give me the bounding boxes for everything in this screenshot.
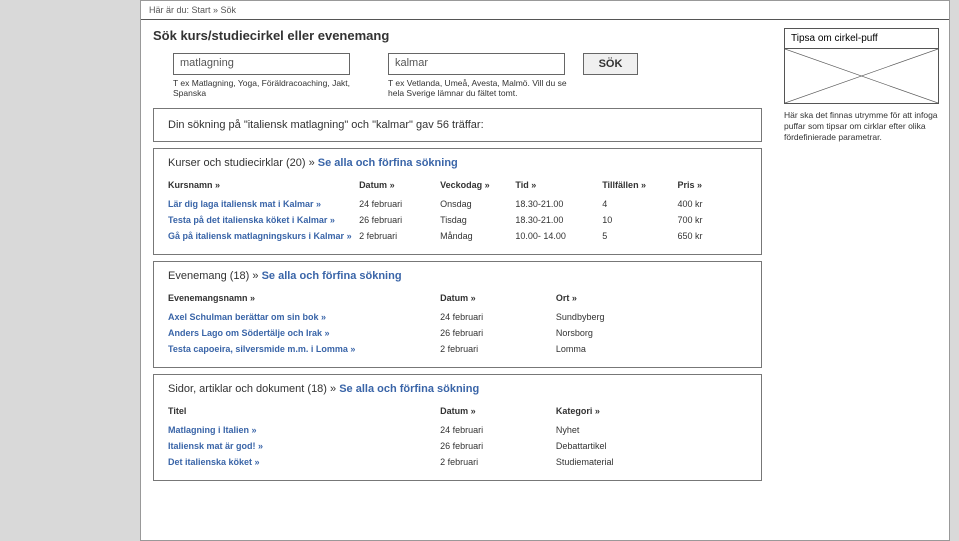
events-heading-prefix: Evenemang (18) »	[168, 270, 259, 282]
table-header-row: Titel Datum » Kategori »	[168, 403, 747, 422]
cell: Nyhet	[556, 422, 747, 438]
col-place[interactable]: Ort »	[556, 290, 747, 309]
search-col-query: matlagning T ex Matlagning, Yoga, Föräld…	[153, 53, 368, 108]
cell: 400 kr	[677, 196, 747, 212]
search-button[interactable]: SÖK	[583, 53, 638, 75]
search-row: matlagning T ex Matlagning, Yoga, Föräld…	[153, 53, 774, 108]
cell: Onsdag	[440, 196, 515, 212]
col-date[interactable]: Datum »	[440, 290, 556, 309]
cell: 4	[602, 196, 677, 212]
cell: 5	[602, 228, 677, 244]
courses-table: Kursnamn » Datum » Veckodag » Tid » Till…	[168, 177, 747, 244]
main-column: Sök kurs/studiecirkel eller evenemang ma…	[141, 20, 774, 487]
courses-heading-link[interactable]: Se alla och förfina sökning	[318, 157, 458, 169]
docs-table: Titel Datum » Kategori » Matlagning i It…	[168, 403, 747, 470]
doc-title-link[interactable]: Det italienska köket »	[168, 454, 440, 470]
table-row: Testa på det italienska köket i Kalmar »…	[168, 212, 747, 228]
promo-title: Tipsa om cirkel-puff	[785, 29, 938, 48]
col-name[interactable]: Evenemangsnamn »	[168, 290, 440, 309]
cell: Studiematerial	[556, 454, 747, 470]
table-header-row: Kursnamn » Datum » Veckodag » Tid » Till…	[168, 177, 747, 196]
table-row: Italiensk mat är god! » 26 februari Deba…	[168, 438, 747, 454]
cell: 2 februari	[440, 454, 556, 470]
courses-heading-prefix: Kurser och studiecirklar (20) »	[168, 157, 315, 169]
cell: 24 februari	[440, 422, 556, 438]
events-heading-link[interactable]: Se alla och förfina sökning	[262, 270, 402, 282]
cell: Lomma	[556, 341, 747, 357]
table-row: Det italienska köket » 2 februari Studie…	[168, 454, 747, 470]
sidebar: Tipsa om cirkel-puff Här ska det finnas …	[774, 20, 949, 487]
cell: 24 februari	[359, 196, 440, 212]
cell: Debattartikel	[556, 438, 747, 454]
col-date[interactable]: Datum »	[440, 403, 556, 422]
search-area: Sök kurs/studiecirkel eller evenemang ma…	[141, 28, 774, 108]
cell: 700 kr	[677, 212, 747, 228]
table-row: Gå på italiensk matlagningskurs i Kalmar…	[168, 228, 747, 244]
promo-box: Tipsa om cirkel-puff	[784, 28, 939, 104]
col-price[interactable]: Pris »	[677, 177, 747, 196]
col-time[interactable]: Tid »	[515, 177, 602, 196]
course-name-link[interactable]: Testa på det italienska köket i Kalmar »	[168, 212, 359, 228]
table-row: Anders Lago om Södertälje och Irak » 26 …	[168, 325, 747, 341]
table-row: Lär dig laga italiensk mat i Kalmar » 24…	[168, 196, 747, 212]
cell: 10.00- 14.00	[515, 228, 602, 244]
cell: 2 februari	[440, 341, 556, 357]
doc-title-link[interactable]: Italiensk mat är god! »	[168, 438, 440, 454]
summary-text: Din sökning på "italiensk matlagning" oc…	[168, 119, 747, 131]
docs-section: Sidor, artiklar och dokument (18) » Se a…	[153, 374, 762, 481]
cell: 2 februari	[359, 228, 440, 244]
course-name-link[interactable]: Lär dig laga italiensk mat i Kalmar »	[168, 196, 359, 212]
search-location-hint: T ex Vetlanda, Umeå, Avesta, Malmö. Vill…	[388, 78, 583, 98]
events-table: Evenemangsnamn » Datum » Ort » Axel Schu…	[168, 290, 747, 357]
table-row: Testa capoeira, silversmide m.m. i Lomma…	[168, 341, 747, 357]
cell: Sundbyberg	[556, 309, 747, 325]
event-name-link[interactable]: Testa capoeira, silversmide m.m. i Lomma…	[168, 341, 440, 357]
table-row: Matlagning i Italien » 24 februari Nyhet	[168, 422, 747, 438]
content-row: Sök kurs/studiecirkel eller evenemang ma…	[141, 20, 949, 487]
cell: 18.30-21.00	[515, 212, 602, 228]
col-cat[interactable]: Kategori »	[556, 403, 747, 422]
promo-note: Här ska det finnas utrymme för att infog…	[784, 110, 939, 143]
col-name[interactable]: Kursnamn »	[168, 177, 359, 196]
courses-section: Kurser och studiecirklar (20) » Se alla …	[153, 148, 762, 255]
cell: Norsborg	[556, 325, 747, 341]
cell: 26 februari	[440, 325, 556, 341]
cell: 24 februari	[440, 309, 556, 325]
cell: 10	[602, 212, 677, 228]
table-row: Axel Schulman berättar om sin bok » 24 f…	[168, 309, 747, 325]
wireframe-page: Här är du: Start » Sök Sök kurs/studieci…	[140, 0, 950, 541]
col-occ[interactable]: Tillfällen »	[602, 177, 677, 196]
image-placeholder-icon	[785, 48, 938, 103]
cell: Tisdag	[440, 212, 515, 228]
docs-heading-link[interactable]: Se alla och förfina sökning	[339, 383, 479, 395]
summary-box: Din sökning på "italiensk matlagning" oc…	[153, 108, 762, 142]
search-col-location: kalmar T ex Vetlanda, Umeå, Avesta, Malm…	[368, 53, 583, 108]
cell: Måndag	[440, 228, 515, 244]
cell: 26 februari	[440, 438, 556, 454]
col-date[interactable]: Datum »	[359, 177, 440, 196]
course-name-link[interactable]: Gå på italiensk matlagningskurs i Kalmar…	[168, 228, 359, 244]
cell: 26 februari	[359, 212, 440, 228]
event-name-link[interactable]: Axel Schulman berättar om sin bok »	[168, 309, 440, 325]
col-title[interactable]: Titel	[168, 403, 440, 422]
search-query-input[interactable]: matlagning	[173, 53, 350, 75]
events-section: Evenemang (18) » Se alla och förfina sök…	[153, 261, 762, 368]
cell: 18.30-21.00	[515, 196, 602, 212]
col-day[interactable]: Veckodag »	[440, 177, 515, 196]
event-name-link[interactable]: Anders Lago om Södertälje och Irak »	[168, 325, 440, 341]
courses-heading: Kurser och studiecirklar (20) » Se alla …	[168, 157, 747, 169]
cell: 650 kr	[677, 228, 747, 244]
docs-heading-prefix: Sidor, artiklar och dokument (18) »	[168, 383, 336, 395]
search-title: Sök kurs/studiecirkel eller evenemang	[153, 28, 774, 43]
table-header-row: Evenemangsnamn » Datum » Ort »	[168, 290, 747, 309]
docs-heading: Sidor, artiklar och dokument (18) » Se a…	[168, 383, 747, 395]
search-query-hint: T ex Matlagning, Yoga, Föräldracoaching,…	[173, 78, 368, 98]
events-heading: Evenemang (18) » Se alla och förfina sök…	[168, 270, 747, 282]
search-location-input[interactable]: kalmar	[388, 53, 565, 75]
breadcrumb: Här är du: Start » Sök	[141, 1, 949, 20]
doc-title-link[interactable]: Matlagning i Italien »	[168, 422, 440, 438]
